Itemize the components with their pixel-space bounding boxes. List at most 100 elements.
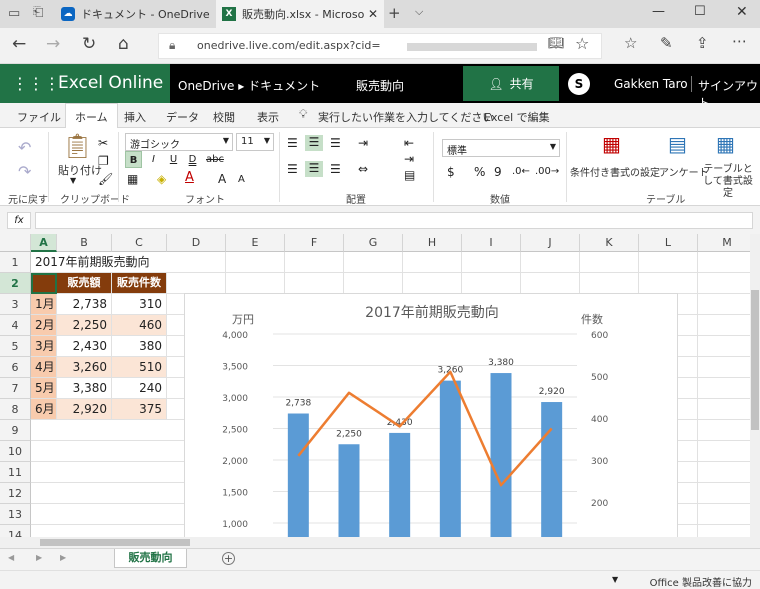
- home-icon[interactable]: ⌂: [118, 34, 129, 54]
- table-icon[interactable]: ▤: [404, 168, 415, 182]
- comma-button[interactable]: 9: [494, 165, 502, 179]
- percent-button[interactable]: %: [474, 165, 485, 179]
- tab-file[interactable]: ファイル: [17, 109, 61, 125]
- prev-sheet-icon[interactable]: ◀: [8, 553, 14, 562]
- row-header[interactable]: 12: [0, 483, 31, 504]
- double-underline-button[interactable]: D: [184, 151, 201, 168]
- cell-sales[interactable]: 2,430: [57, 336, 112, 357]
- row-header[interactable]: 7: [0, 378, 31, 399]
- cell-count[interactable]: 510: [112, 357, 167, 378]
- wrap-text-icon[interactable]: ⇥: [358, 136, 368, 150]
- column-header[interactable]: B: [57, 234, 112, 252]
- cell-B2[interactable]: 販売額: [57, 273, 112, 294]
- column-header[interactable]: F: [285, 234, 344, 252]
- shrink-font-button[interactable]: A: [238, 174, 245, 185]
- underline-button[interactable]: U: [165, 151, 182, 168]
- chevron-down-icon[interactable]: ▼: [70, 176, 76, 185]
- cell-sales[interactable]: 2,920: [57, 399, 112, 420]
- strikethrough-button[interactable]: abc: [204, 151, 226, 168]
- sheet-tab[interactable]: 販売動向: [114, 549, 187, 568]
- combo-chart[interactable]: 2017年前期販売動向 万円 件数 2,738 2,250 2,430 3,260 3,…: [184, 293, 678, 537]
- format-as-table-button[interactable]: テーブルとして書式設定: [700, 164, 756, 200]
- row-header[interactable]: 1: [0, 252, 31, 273]
- row-header[interactable]: 3: [0, 294, 31, 315]
- forward-icon[interactable]: →: [46, 34, 60, 54]
- font-color-icon[interactable]: A: [185, 170, 194, 185]
- tell-me-input[interactable]: 実行したい作業を入力してください: [318, 109, 493, 125]
- row-header[interactable]: 10: [0, 441, 31, 462]
- formula-input[interactable]: [35, 212, 753, 229]
- new-tab-icon[interactable]: +: [388, 4, 401, 22]
- indent-icon[interactable]: ⇤: [404, 136, 414, 150]
- maximize-icon[interactable]: ☐: [694, 4, 706, 19]
- back-tab-icon[interactable]: ⎗: [33, 5, 43, 20]
- url-field[interactable]: 🔒︎ onedrive.live.com/edit.aspx?cid=: [158, 33, 602, 59]
- fx-icon[interactable]: fx: [7, 212, 31, 229]
- column-header[interactable]: L: [639, 234, 698, 252]
- cell-count[interactable]: 380: [112, 336, 167, 357]
- feedback-link[interactable]: Office 製品改善に協力: [650, 574, 752, 589]
- reading-view-icon[interactable]: 📖︎: [548, 36, 565, 51]
- chevron-down-icon[interactable]: ⌵: [415, 5, 423, 19]
- close-tab-icon[interactable]: ✕: [368, 7, 378, 21]
- refresh-icon[interactable]: ↻: [82, 34, 96, 54]
- add-sheet-icon[interactable]: +: [222, 552, 235, 565]
- tab-actions-icon[interactable]: ▭: [8, 6, 20, 21]
- align-middle-icon[interactable]: ☰: [305, 135, 323, 151]
- column-header[interactable]: H: [403, 234, 462, 252]
- row-header[interactable]: 14: [0, 525, 31, 537]
- next-sheet-icon[interactable]: ▶: [36, 553, 42, 562]
- row-header[interactable]: 5: [0, 336, 31, 357]
- row-header[interactable]: 11: [0, 462, 31, 483]
- cell-month[interactable]: 1月: [31, 294, 57, 315]
- row-header[interactable]: 2: [0, 273, 31, 294]
- align-top-icon[interactable]: ☰: [287, 136, 298, 150]
- breadcrumb-folder[interactable]: ドキュメント: [248, 79, 320, 93]
- copy-icon[interactable]: ❐: [98, 154, 109, 168]
- user-name[interactable]: Gakken Taro: [614, 77, 688, 91]
- cell-C2[interactable]: 販売件数: [112, 273, 167, 294]
- skype-icon[interactable]: S: [568, 73, 590, 95]
- conditional-format-button[interactable]: 条件付き書式の設定: [570, 164, 660, 179]
- edit-in-excel-button[interactable]: Excel で編集: [484, 109, 550, 125]
- column-header[interactable]: M: [698, 234, 750, 252]
- cell-count[interactable]: 310: [112, 294, 167, 315]
- column-header[interactable]: J: [521, 234, 580, 252]
- outdent-icon[interactable]: ⇥: [404, 152, 414, 166]
- column-header[interactable]: C: [112, 234, 167, 252]
- tab-insert[interactable]: 挿入: [124, 109, 146, 125]
- italic-button[interactable]: I: [145, 151, 162, 168]
- column-header[interactable]: A: [31, 234, 57, 252]
- row-header[interactable]: 8: [0, 399, 31, 420]
- fill-color-icon[interactable]: ◈: [157, 172, 166, 186]
- breadcrumb-root[interactable]: OneDrive: [178, 79, 234, 93]
- grow-font-button[interactable]: A: [218, 172, 226, 186]
- cut-icon[interactable]: ✂: [98, 136, 108, 150]
- cell-count[interactable]: 240: [112, 378, 167, 399]
- currency-button[interactable]: $: [447, 165, 455, 179]
- font-size-dropdown[interactable]: 11 ▼: [236, 133, 274, 151]
- bold-button[interactable]: B: [125, 151, 142, 168]
- vertical-scrollbar[interactable]: [750, 234, 760, 537]
- tab-home[interactable]: ホーム: [65, 103, 118, 128]
- align-bottom-icon[interactable]: ☰: [330, 136, 341, 150]
- favorites-hub-icon[interactable]: ☆: [624, 34, 637, 52]
- clipboard-icon[interactable]: 📋︎: [62, 132, 92, 160]
- sheet-list-icon[interactable]: ▶: [60, 553, 66, 562]
- cell-month[interactable]: 2月: [31, 315, 57, 336]
- cell-count[interactable]: 375: [112, 399, 167, 420]
- more-icon[interactable]: ⋯: [732, 32, 747, 50]
- scroll-thumb[interactable]: [40, 539, 190, 546]
- cell-sales[interactable]: 3,380: [57, 378, 112, 399]
- tab-review[interactable]: 校閲: [213, 109, 235, 125]
- align-left-icon[interactable]: ☰: [287, 162, 298, 176]
- cell-sales[interactable]: 3,260: [57, 357, 112, 378]
- horizontal-scrollbar[interactable]: [0, 537, 760, 548]
- paste-button[interactable]: 貼り付け: [58, 162, 102, 178]
- cell-count[interactable]: 460: [112, 315, 167, 336]
- survey-icon[interactable]: ▤: [668, 132, 687, 156]
- chevron-down-icon[interactable]: ▼: [612, 575, 618, 584]
- cell-A1[interactable]: 2017年前期販売動向: [31, 252, 211, 273]
- app-title[interactable]: Excel Online: [58, 73, 163, 93]
- cell-month[interactable]: 3月: [31, 336, 57, 357]
